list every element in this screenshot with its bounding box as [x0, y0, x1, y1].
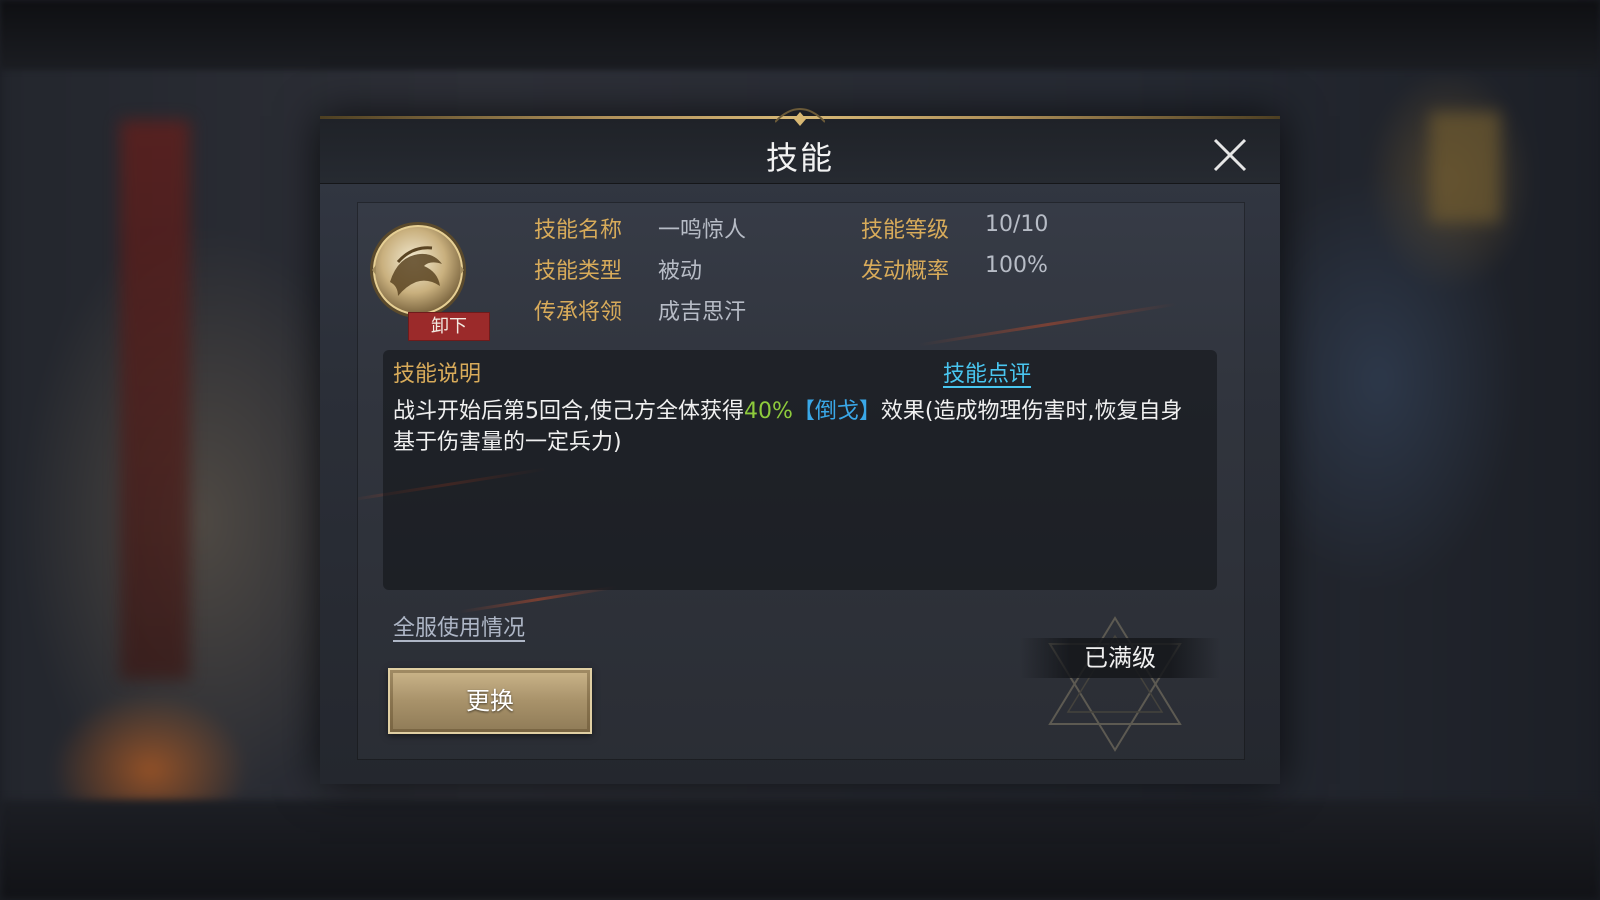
- description-box: [383, 350, 1217, 590]
- ember-streak: [919, 302, 1177, 347]
- replace-button[interactable]: 更换: [388, 668, 592, 734]
- blurred-banner: [120, 120, 190, 680]
- star-emblem-icon: [1048, 616, 1182, 752]
- skill-type-label: 技能类型: [534, 259, 623, 284]
- effect-name: 【倒戈】: [792, 399, 881, 424]
- trigger-chance-value: 100%: [985, 253, 1048, 278]
- inherit-general-value: 成吉思汗: [658, 300, 747, 325]
- server-usage-link[interactable]: 全服使用情况: [393, 610, 525, 642]
- skill-level-label: 技能等级: [861, 218, 950, 243]
- skill-level-value: 10/10: [985, 212, 1049, 237]
- blurred-side-button: [1430, 112, 1500, 222]
- blurred-top-bar: [0, 0, 1600, 70]
- trigger-chance-label: 发动概率: [861, 259, 950, 284]
- close-icon: [1213, 138, 1247, 172]
- description-title: 技能说明: [393, 362, 482, 387]
- skill-dialog: 技能 卸下 技能名称 一鸣惊人 技能等级 10/10 技能类型 被动 发动概率 …: [320, 108, 1280, 784]
- top-ornament-icon: [775, 108, 825, 126]
- dragon-emblem-icon[interactable]: [368, 220, 468, 320]
- effect-percent: 40%: [744, 399, 793, 424]
- skill-review-link[interactable]: 技能点评: [943, 356, 1031, 388]
- description-text: 战斗开始后第5回合,使己方全体获得40%【倒戈】效果(造成物理伤害时,恢复自身基…: [393, 396, 1193, 458]
- dialog-title: 技能: [765, 139, 834, 177]
- unequip-button[interactable]: 卸下: [408, 312, 490, 341]
- close-button[interactable]: [1210, 135, 1250, 175]
- skill-name-value: 一鸣惊人: [658, 218, 747, 243]
- inherit-general-label: 传承将领: [534, 300, 623, 325]
- max-level-label: 已满级: [1020, 638, 1220, 678]
- description-part1: 战斗开始后第5回合,使己方全体获得: [393, 399, 744, 424]
- skill-name-label: 技能名称: [534, 218, 623, 243]
- skill-type-value: 被动: [658, 259, 703, 284]
- blurred-bottom-bar: [0, 800, 1600, 900]
